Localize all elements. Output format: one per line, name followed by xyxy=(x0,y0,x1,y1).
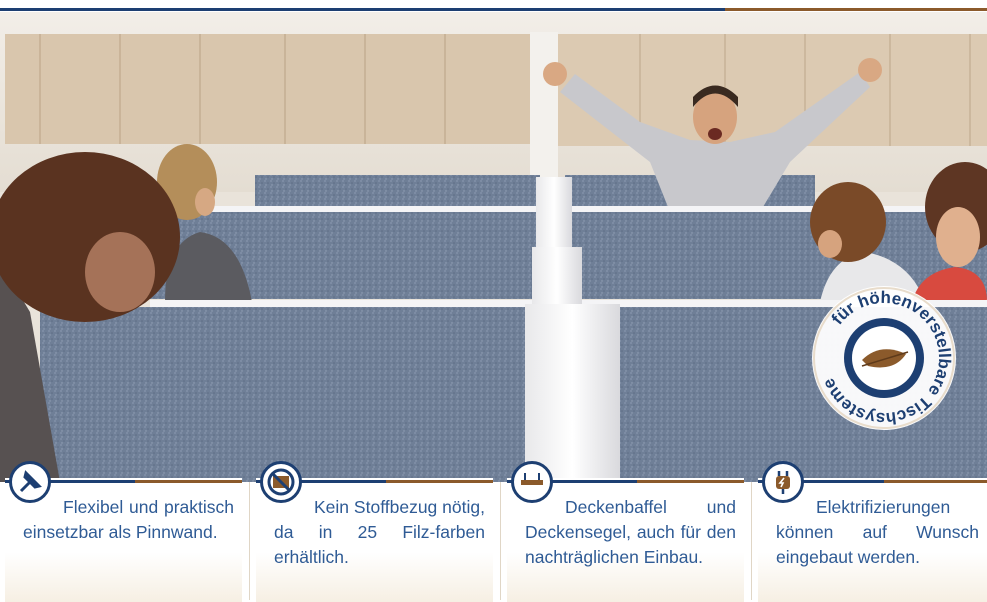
card-top-line-accent xyxy=(883,480,987,483)
feature-card-no-fabric: Kein Stoffbezug nötig, da in 25 Filz-far… xyxy=(256,461,501,602)
card-top-line-accent xyxy=(637,480,744,483)
card-divider xyxy=(249,482,250,600)
card-top-line-accent xyxy=(135,480,242,483)
card-divider xyxy=(500,482,501,600)
accent-line-brown xyxy=(725,8,987,11)
card-top-line-accent xyxy=(386,480,493,483)
feature-card-ceiling: Deckenbaffel und Deckensegel, auch für d… xyxy=(507,461,752,602)
card-divider xyxy=(751,482,752,600)
feature-list: Flexibel und praktisch einsetzbar als Pi… xyxy=(0,461,987,602)
accent-line-navy xyxy=(0,8,725,11)
seal-badge: für höhenverstellbare Tischsysteme xyxy=(812,286,956,430)
feature-card-pinboard: Flexibel und praktisch einsetzbar als Pi… xyxy=(5,461,250,602)
feature-text: Flexibel und praktisch einsetzbar als Pi… xyxy=(23,497,234,542)
feature-text: Kein Stoffbezug nötig, da in 25 Filz-far… xyxy=(274,497,485,567)
feature-text: Deckenbaffel und Deckensegel, auch für d… xyxy=(525,497,736,567)
cabinets-left xyxy=(5,34,530,144)
feature-text: Elektrifizierungen können auf Wunsch ein… xyxy=(776,497,979,567)
top-accent-bar xyxy=(0,0,987,12)
feature-card-electrification: Elektrifizierungen können auf Wunsch ein… xyxy=(758,461,987,602)
